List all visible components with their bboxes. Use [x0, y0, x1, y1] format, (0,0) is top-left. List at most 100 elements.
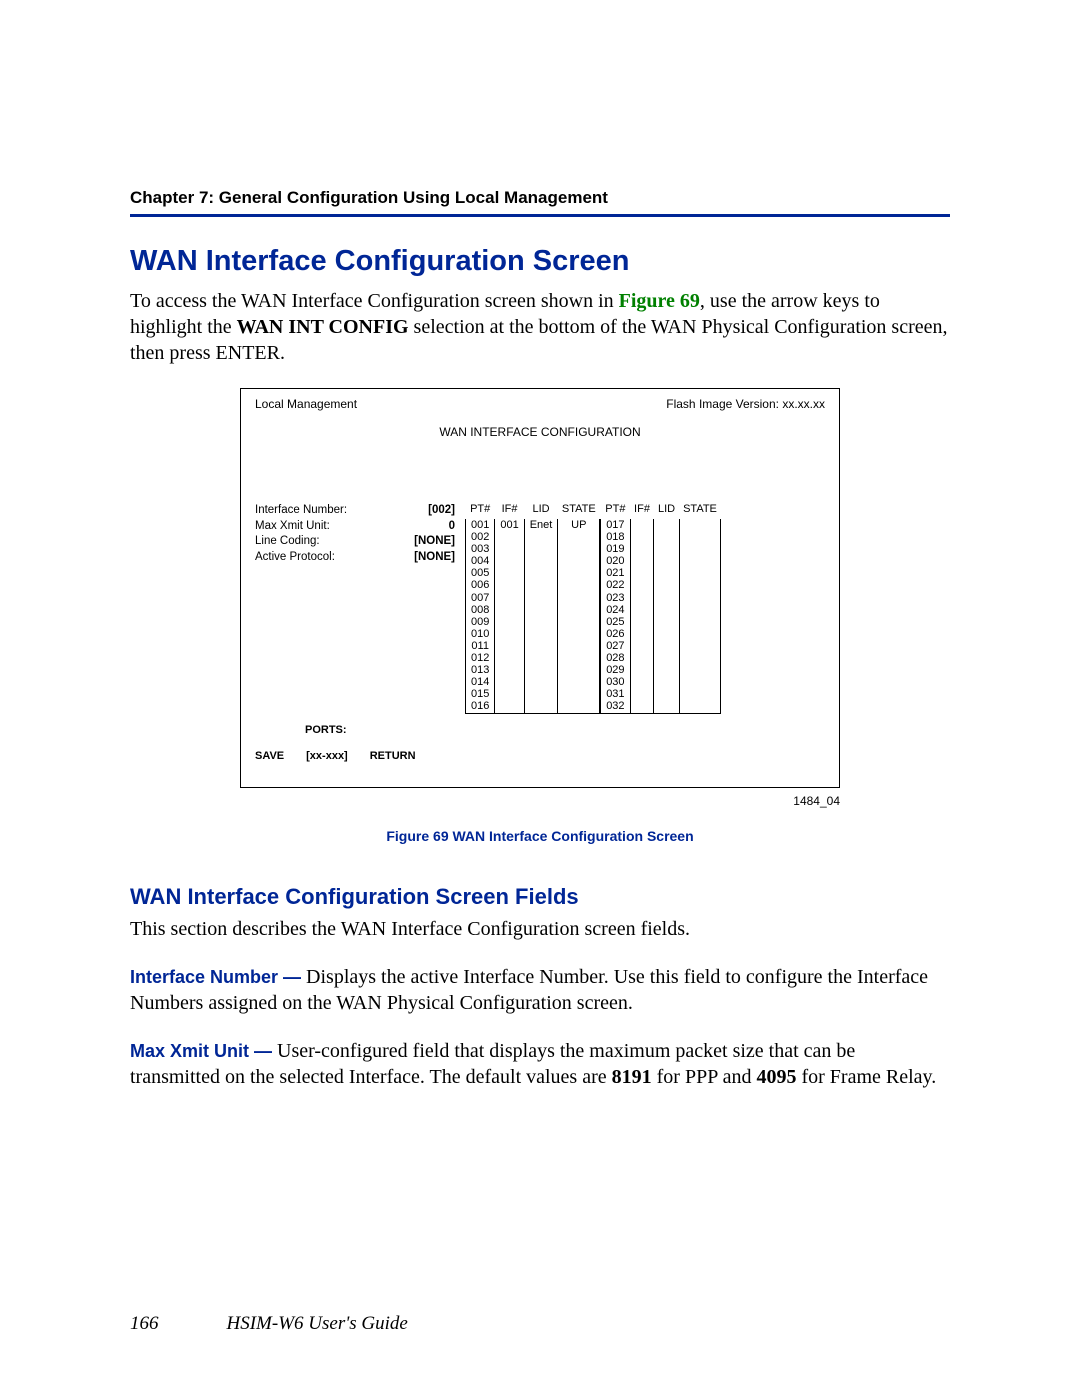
table-row: 006: [466, 579, 600, 591]
cell: [495, 579, 524, 591]
cell: [654, 543, 679, 555]
col-header: LID: [654, 503, 679, 519]
col-header: STATE: [558, 503, 600, 519]
table-row: 008: [466, 604, 600, 616]
cell: [558, 543, 600, 555]
fld-label: Active Protocol:: [255, 550, 335, 566]
screen-bottom: SAVE [xx-xxx] RETURN: [255, 750, 825, 762]
cell: [558, 652, 600, 664]
cell: [524, 676, 558, 688]
table-row: 007: [466, 592, 600, 604]
cell: [679, 543, 721, 555]
v2: 4095: [756, 1066, 796, 1088]
table-row: 002: [466, 531, 600, 543]
cell: [558, 640, 600, 652]
cell: [679, 531, 721, 543]
cell: [630, 640, 654, 652]
cell: [654, 579, 679, 591]
col-header: PT#: [466, 503, 495, 519]
cell: [679, 664, 721, 676]
t: for Frame Relay.: [796, 1066, 936, 1088]
cell: [558, 531, 600, 543]
cell: [524, 592, 558, 604]
cell: [558, 616, 600, 628]
cell: [524, 688, 558, 700]
cell: [630, 676, 654, 688]
cell: 019: [601, 543, 630, 555]
cell: 022: [601, 579, 630, 591]
fld-value: 0: [449, 519, 455, 535]
v1: 8191: [612, 1066, 652, 1088]
fld-value: [NONE]: [414, 534, 455, 550]
save-button[interactable]: SAVE: [255, 750, 284, 762]
cell: [630, 664, 654, 676]
cell: [630, 567, 654, 579]
cell: [654, 555, 679, 567]
cell: [495, 543, 524, 555]
table-row: 012: [466, 652, 600, 664]
table-row: 024: [601, 604, 721, 616]
range-text: [xx-xxx]: [306, 750, 348, 762]
return-button[interactable]: RETURN: [370, 750, 416, 762]
cell: [558, 700, 600, 713]
col-header: IF#: [630, 503, 654, 519]
cell: [654, 604, 679, 616]
cell: 027: [601, 640, 630, 652]
cell: [654, 676, 679, 688]
cell: 024: [601, 604, 630, 616]
field-name: Max Xmit Unit —: [130, 1041, 272, 1061]
col-header: IF#: [495, 503, 524, 519]
cell: [524, 616, 558, 628]
cell: 011: [466, 640, 495, 652]
field-interface-number: Interface Number — Displays the active I…: [130, 964, 950, 1016]
cell: [524, 555, 558, 567]
cell: 013: [466, 664, 495, 676]
cell: [495, 676, 524, 688]
cell: [654, 567, 679, 579]
cell: [654, 531, 679, 543]
cell: [679, 567, 721, 579]
section-title: WAN Interface Configuration Screen: [130, 245, 950, 278]
cell: [654, 652, 679, 664]
cell: [630, 688, 654, 700]
field-max-xmit: Max Xmit Unit — User-configured field th…: [130, 1038, 950, 1090]
figure-caption: Figure 69 WAN Interface Configuration Sc…: [240, 828, 840, 844]
cell: [679, 700, 721, 713]
cell: 001: [466, 519, 495, 531]
cell: [524, 579, 558, 591]
subsection-lead: This section describes the WAN Interface…: [130, 916, 950, 942]
cell: [630, 519, 654, 531]
cell: [679, 676, 721, 688]
cell: [654, 628, 679, 640]
table-row: 017: [601, 519, 721, 531]
cell: [495, 628, 524, 640]
cell: 014: [466, 676, 495, 688]
table-row: 028: [601, 652, 721, 664]
table-row: 001001EnetUP: [466, 519, 600, 531]
guide-name: HSIM-W6 User's Guide: [227, 1313, 408, 1335]
cell: 004: [466, 555, 495, 567]
cell: [524, 652, 558, 664]
cell: 007: [466, 592, 495, 604]
figure-link[interactable]: Figure 69: [619, 290, 700, 312]
table-row: 027: [601, 640, 721, 652]
cell: [495, 567, 524, 579]
cell: [630, 700, 654, 713]
col-header: LID: [524, 503, 558, 519]
cell: [558, 604, 600, 616]
cell: [654, 616, 679, 628]
cell: [630, 604, 654, 616]
cell: [630, 531, 654, 543]
cell: 025: [601, 616, 630, 628]
cell: [495, 604, 524, 616]
cell: [524, 640, 558, 652]
cell: [495, 688, 524, 700]
table-row: 021: [601, 567, 721, 579]
cell: [630, 543, 654, 555]
cell: [524, 700, 558, 713]
fld-label: Max Xmit Unit:: [255, 519, 330, 535]
table-row: 022: [601, 579, 721, 591]
cell: [524, 664, 558, 676]
cell: 023: [601, 592, 630, 604]
t: for PPP and: [652, 1066, 757, 1088]
